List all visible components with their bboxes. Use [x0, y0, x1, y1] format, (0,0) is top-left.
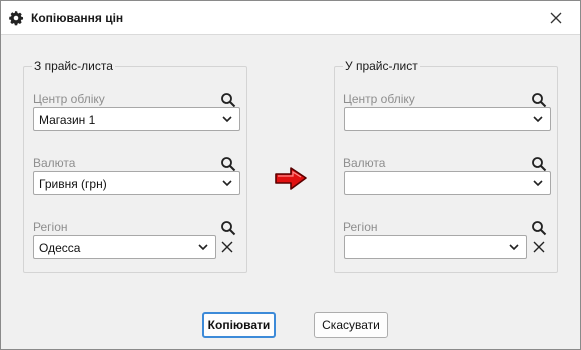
target-region-select[interactable] [344, 235, 527, 259]
chevron-down-icon [509, 244, 519, 251]
source-region-select[interactable]: Одесса [33, 235, 216, 259]
search-icon[interactable] [220, 92, 236, 108]
copy-prices-dialog: Копіювання цін З прайс-листа Центр облік… [0, 0, 581, 350]
chevron-down-icon [533, 180, 543, 187]
dialog-title: Копіювання цін [31, 11, 124, 25]
chevron-down-icon [222, 180, 232, 187]
source-center-label: Центр обліку [33, 92, 105, 106]
clear-icon[interactable] [220, 240, 234, 254]
title-bar: Копіювання цін [1, 1, 580, 35]
target-center-select[interactable] [344, 107, 551, 131]
search-icon[interactable] [531, 220, 547, 236]
source-center-select[interactable]: Магазин 1 [33, 107, 240, 131]
source-region-label: Регіон [33, 220, 68, 234]
copy-button[interactable]: Копіювати [202, 312, 276, 338]
search-icon[interactable] [220, 220, 236, 236]
chevron-down-icon [533, 116, 543, 123]
source-currency-label: Валюта [33, 156, 76, 170]
close-button[interactable] [541, 5, 571, 31]
chevron-down-icon [198, 244, 208, 251]
target-region-label: Регіон [343, 220, 378, 234]
target-center-label: Центр обліку [343, 92, 415, 106]
target-currency-label: Валюта [343, 156, 386, 170]
target-currency-select[interactable] [344, 171, 551, 195]
close-icon [550, 12, 562, 24]
target-group-legend: У прайс-лист [343, 59, 420, 73]
clear-icon[interactable] [532, 240, 546, 254]
search-icon[interactable] [531, 92, 547, 108]
gear-icon [9, 11, 24, 26]
right-arrow-icon [275, 167, 307, 190]
search-icon[interactable] [220, 156, 236, 172]
chevron-down-icon [222, 116, 232, 123]
search-icon[interactable] [531, 156, 547, 172]
source-group-legend: З прайс-листа [32, 59, 115, 73]
source-currency-select[interactable]: Гривня (грн) [33, 171, 240, 195]
source-center-value: Магазин 1 [39, 113, 96, 127]
source-region-value: Одесса [39, 241, 81, 255]
source-currency-value: Гривня (грн) [39, 177, 107, 191]
cancel-button[interactable]: Скасувати [314, 312, 388, 338]
